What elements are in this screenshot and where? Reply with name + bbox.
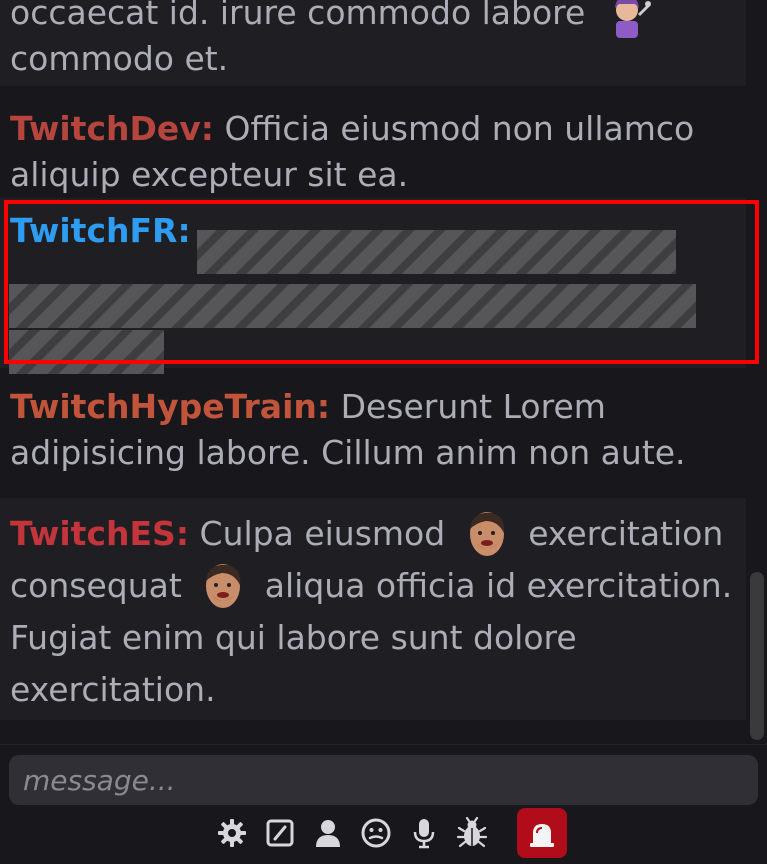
chat-app: occaecat id. irure commodo labore commod…: [0, 0, 767, 864]
microphone-button[interactable]: [407, 816, 441, 850]
face-emote-icon: [462, 509, 512, 559]
chat-message-list[interactable]: occaecat id. irure commodo labore commod…: [0, 0, 767, 744]
gear-icon: [216, 817, 248, 849]
alarm-icon: [525, 816, 559, 850]
chat-message: TwitchDev: Officia eiusmod non ullamco a…: [0, 86, 746, 198]
message-input[interactable]: [9, 755, 758, 805]
user-icon: [312, 817, 344, 849]
message-text-continued: commodo et.: [10, 39, 229, 78]
redacted-text-block: [9, 284, 696, 328]
chat-message: occaecat id. irure commodo labore commod…: [0, 0, 746, 86]
chat-message: TwitchHypeTrain: Deserunt Lorem adipisic…: [0, 368, 746, 498]
microphone-icon: [408, 817, 440, 849]
username[interactable]: TwitchFR:: [10, 211, 191, 250]
messages-container: occaecat id. irure commodo labore commod…: [0, 0, 759, 720]
slash-command-icon: [264, 817, 296, 849]
username[interactable]: TwitchDev:: [10, 109, 214, 148]
bug-icon: [456, 817, 488, 849]
face-emote-icon: [198, 561, 248, 611]
alarm-button[interactable]: [517, 808, 567, 858]
slash-command-button[interactable]: [263, 816, 297, 850]
scrollbar-thumb[interactable]: [750, 572, 764, 740]
username[interactable]: TwitchHypeTrain:: [10, 387, 330, 426]
emoji-button[interactable]: [359, 816, 393, 850]
chat-message-highlighted: TwitchFR:: [0, 198, 759, 374]
message-text: occaecat id. irure commodo labore: [10, 0, 586, 32]
redacted-text-block: [197, 230, 676, 274]
username[interactable]: TwitchES:: [10, 514, 189, 553]
dev-emote-icon: [602, 0, 652, 38]
message-text: Culpa eiusmod: [199, 514, 446, 553]
user-button[interactable]: [311, 816, 345, 850]
chat-message: TwitchES: Culpa eiusmod exercitation con…: [0, 498, 746, 720]
settings-button[interactable]: [215, 816, 249, 850]
scrollbar[interactable]: [750, 572, 764, 740]
chat-input-area: [0, 744, 767, 864]
debug-button[interactable]: [455, 816, 489, 850]
chat-toolbar: [215, 808, 567, 858]
emoji-icon: [360, 817, 392, 849]
